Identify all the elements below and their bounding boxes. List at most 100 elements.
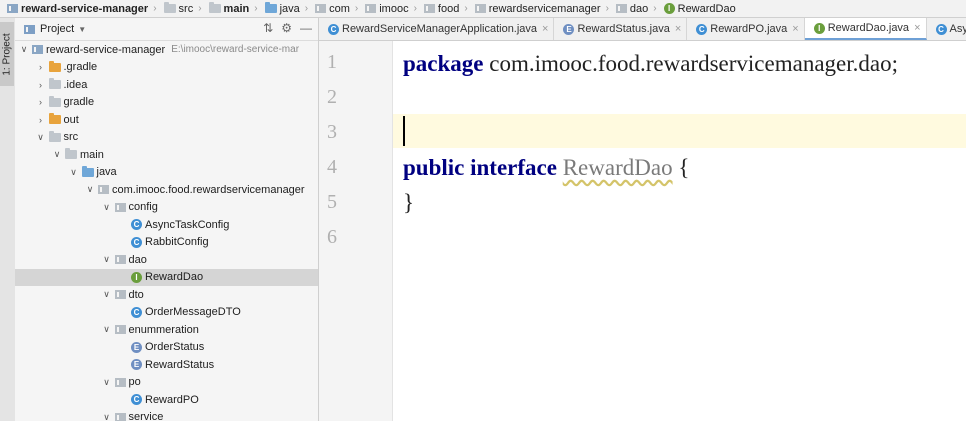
tree-item[interactable]: E RewardStatus	[15, 356, 318, 374]
breadcrumb-item[interactable]: imooc ›	[358, 3, 417, 15]
tree-item[interactable]: ∨ config	[15, 199, 318, 217]
chevron-right-icon[interactable]: ›	[36, 115, 46, 125]
tree-item[interactable]: ∨ src	[15, 129, 318, 147]
editor-tab-label: RewardServiceManagerApplication.java	[342, 23, 538, 35]
breadcrumb-label: reward-service-manager	[21, 2, 149, 15]
tree-item[interactable]: C AsyncTaskConfig	[15, 216, 318, 234]
class-icon: C	[131, 236, 142, 248]
source-folder-icon	[81, 165, 94, 177]
breadcrumb-item[interactable]: reward-service-manager ›	[0, 3, 157, 15]
tree-item[interactable]: C RabbitConfig	[15, 234, 318, 252]
tree-item[interactable]: I RewardDao	[15, 268, 318, 286]
tree-item[interactable]: › out	[15, 111, 318, 129]
tree-item[interactable]: ∨ po	[15, 374, 318, 392]
class-icon: C	[696, 23, 708, 35]
code-editor[interactable]: package com.imooc.food.rewardservicemana…	[393, 41, 966, 421]
interface-name[interactable]: RewardDao	[563, 155, 673, 180]
breadcrumb-item[interactable]: I RewardDao	[657, 3, 736, 15]
breadcrumb-label: rewardservicemanager	[488, 2, 601, 15]
project-tree: ∨ reward-service-manager E:\imooc\reward-s…	[15, 41, 318, 421]
close-icon[interactable]: ×	[914, 22, 920, 34]
tree-item[interactable]: ∨ enummeration	[15, 321, 318, 339]
tree-item-label: OrderMessageDTO	[145, 306, 241, 319]
open-brace: {	[672, 155, 690, 180]
collapse-all-icon[interactable]: ⇅	[263, 21, 273, 35]
editor-tab[interactable]: CAsyncT	[927, 18, 966, 40]
tree-item-label: po	[128, 376, 141, 389]
keyword-package: package	[403, 51, 484, 76]
folder-icon	[65, 148, 77, 160]
breadcrumb-item[interactable]: dao ›	[609, 3, 657, 15]
chevron-right-icon[interactable]: ›	[36, 62, 46, 72]
tree-item[interactable]: ∨ com.imooc.food.rewardservicemanager	[15, 181, 318, 199]
tree-item-label: service	[128, 411, 164, 421]
close-icon[interactable]: ×	[675, 23, 681, 35]
package-icon	[114, 202, 126, 212]
folder-icon	[163, 2, 176, 13]
breadcrumb-item[interactable]: main ›	[202, 2, 258, 15]
project-panel: Project ▼ ⇅ ⚙ — ∨ reward-service-manager E…	[15, 18, 319, 421]
chevron-down-icon[interactable]: ∨	[102, 289, 112, 300]
tree-item-label: reward-service-manager	[46, 43, 166, 56]
tree-item[interactable]: E OrderStatus	[15, 339, 318, 357]
tree-item[interactable]: ∨ dao	[15, 251, 318, 269]
chevron-down-icon[interactable]: ∨	[36, 132, 46, 143]
project-tool-window-button[interactable]: 1: Project	[0, 22, 14, 86]
breadcrumb-label: com	[329, 2, 350, 15]
chevron-down-icon[interactable]: ∨	[52, 149, 62, 160]
close-icon[interactable]: ×	[792, 23, 798, 35]
package-icon	[114, 255, 126, 265]
tree-item[interactable]: C OrderMessageDTO	[15, 304, 318, 322]
class-icon: C	[935, 23, 947, 35]
tree-item-label: java	[96, 166, 117, 179]
hide-panel-icon[interactable]: —	[300, 21, 312, 35]
chevron-down-icon[interactable]: ∨	[102, 202, 112, 213]
breadcrumb-item[interactable]: src ›	[157, 2, 202, 15]
tree-item-label: config	[128, 201, 158, 214]
close-icon[interactable]: ×	[542, 23, 548, 35]
chevron-down-icon[interactable]: ∨	[69, 167, 79, 178]
class-icon: C	[131, 394, 142, 406]
tree-item[interactable]: C RewardPO	[15, 391, 318, 409]
tree-item[interactable]: ∨ service	[15, 409, 318, 421]
editor-tab[interactable]: E RewardStatus.java ×	[554, 18, 688, 40]
editor-tab[interactable]: C RewardServiceManagerApplication.java ×	[319, 18, 555, 40]
tree-item[interactable]: ∨ dto	[15, 286, 318, 304]
chevron-down-icon[interactable]: ∨	[85, 184, 95, 195]
tree-item-label: main	[80, 148, 104, 161]
chevron-down-icon[interactable]: ∨	[19, 44, 29, 55]
breadcrumb-item[interactable]: food ›	[417, 3, 468, 15]
project-panel-header: Project ▼ ⇅ ⚙ —	[15, 18, 318, 41]
project-view-selector[interactable]: Project ▼	[21, 23, 86, 35]
editor-tab[interactable]: I RewardDao.java ×	[804, 18, 927, 40]
tree-item[interactable]: › .idea	[15, 76, 318, 94]
tree-item[interactable]: ∨ java	[15, 164, 318, 182]
tree-item[interactable]: ∨ main	[15, 146, 318, 164]
package-icon	[423, 4, 435, 13]
gear-icon[interactable]: ⚙	[281, 21, 292, 35]
tree-item-label: RewardStatus	[145, 358, 215, 371]
package-icon	[615, 4, 627, 13]
breadcrumb-item[interactable]: java ›	[258, 2, 308, 15]
chevron-down-icon[interactable]: ∨	[102, 324, 112, 335]
package-icon	[114, 290, 126, 300]
line-number: 2	[327, 86, 337, 108]
tree-item[interactable]: › gradle	[15, 94, 318, 112]
editor-tab[interactable]: C RewardPO.java ×	[687, 18, 805, 40]
chevron-down-icon[interactable]: ∨	[102, 254, 112, 265]
chevron-right-icon[interactable]: ›	[36, 97, 46, 107]
tree-item[interactable]: › .gradle	[15, 59, 318, 77]
editor-tab-bar: C RewardServiceManagerApplication.java × E R…	[319, 18, 966, 41]
chevron-down-icon[interactable]: ∨	[102, 377, 112, 388]
tree-item[interactable]: ∨ reward-service-manager E:\imooc\reward-s…	[15, 41, 318, 59]
tree-item-label: enummeration	[128, 323, 199, 336]
breadcrumb-item[interactable]: com ›	[308, 3, 358, 15]
code-line-1: package com.imooc.food.rewardservicemana…	[403, 51, 898, 77]
editor-tab-label: RewardStatus.java	[577, 23, 670, 35]
chevron-right-icon[interactable]: ›	[36, 80, 46, 90]
breadcrumb-item[interactable]: rewardservicemanager ›	[468, 3, 609, 15]
chevron-down-icon[interactable]: ∨	[102, 412, 112, 421]
tree-item-label: .gradle	[63, 61, 98, 74]
interface-icon: I	[813, 22, 825, 34]
project-panel-title: Project	[40, 23, 75, 35]
